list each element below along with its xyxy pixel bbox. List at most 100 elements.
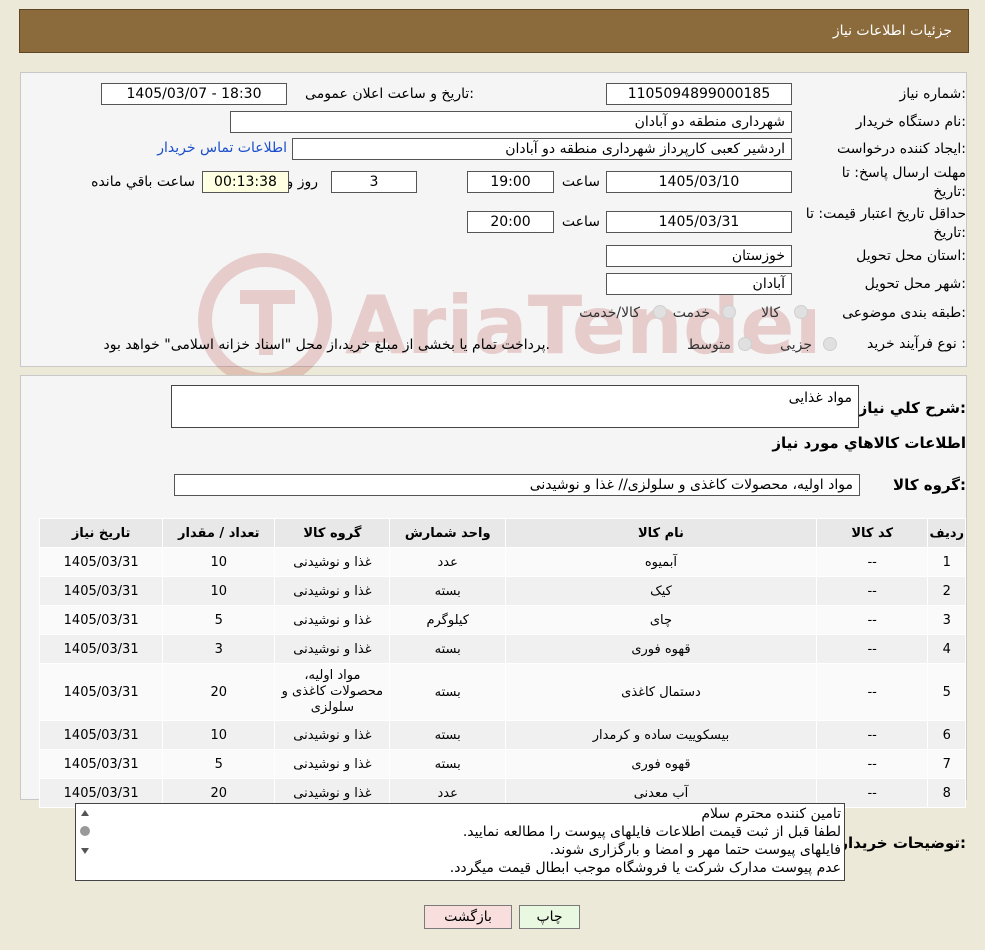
process-radio-minor[interactable] <box>823 337 837 351</box>
category-radio-goods[interactable] <box>794 305 808 319</box>
deadline-label: مهلت ارسال پاسخ: تا <box>841 165 966 181</box>
code-cell: -- <box>815 605 929 635</box>
column-header-unit: واحد شمارش <box>389 518 506 548</box>
days-word: روز و <box>286 174 319 190</box>
notes-scrollbar[interactable] <box>78 806 92 878</box>
qty-cell: 5 <box>162 749 276 779</box>
category-radio-service[interactable] <box>722 305 736 319</box>
date-cell: 1405/03/31 <box>38 547 164 577</box>
table-header-row: ردیف کد کالا نام کالا واحد شمارش گروه کا… <box>38 518 966 548</box>
name-cell: بیسکوییت ساده و کرمدار <box>505 720 817 750</box>
time-remaining-word: ساعت باقي مانده <box>91 174 195 190</box>
group-cell: غذا و نوشیدنی <box>274 720 391 750</box>
code-cell: -- <box>815 720 929 750</box>
province-label: استان محل تحویل: <box>856 248 966 264</box>
group-cell: غذا و نوشیدنی <box>274 576 391 606</box>
group-cell: غذا و نوشیدنی <box>274 605 391 635</box>
date-cell: 1405/03/31 <box>38 605 164 635</box>
buyer-note-line: لطفا قبل از ثبت قیمت اطلاعات فایلهای پیو… <box>462 824 841 840</box>
need-number-label: شماره نیاز: <box>899 86 966 102</box>
row-number-cell: 7 <box>927 749 966 779</box>
print-button[interactable]: چاپ <box>519 905 580 929</box>
announce-field: 1405/03/07 - 18:30 <box>101 83 287 105</box>
deadline-label-date: تاریخ: <box>933 184 966 200</box>
goods-info-title: اطلاعات كالاهاي مورد نياز <box>772 434 966 452</box>
table-row: 5 -- دستمال کاغذی بسته مواد اولیه، محصولات ک… <box>38 663 966 721</box>
name-cell: قهوه فوری <box>505 634 817 664</box>
validity-date-field: 1405/03/31 <box>606 211 792 233</box>
validity-time-field: 20:00 <box>467 211 554 233</box>
time-remaining-field: 00:13:38 <box>202 171 289 193</box>
buyer-note-line: فایلهای پیوست حتما مهر و امضا و بارگزاری… <box>549 842 841 858</box>
column-header-code: کد کالا <box>815 518 929 548</box>
qty-cell: 10 <box>162 720 276 750</box>
table-row: 1 -- آبمیوه عدد غذا و نوشیدنی 10 1405/03/31 <box>38 547 966 577</box>
creator-label: ایجاد کننده درخواست: <box>837 141 966 157</box>
code-cell: -- <box>815 576 929 606</box>
announce-label: تاریخ و ساعت اعلان عمومی: <box>305 86 474 102</box>
unit-cell: بسته <box>389 576 506 606</box>
qty-cell: 5 <box>162 605 276 635</box>
scrollbar-arrows-icon <box>80 810 90 854</box>
code-cell: -- <box>815 749 929 779</box>
column-header-group: گروه کالا <box>274 518 391 548</box>
date-cell: 1405/03/31 <box>38 663 164 721</box>
buyer-notes-textarea[interactable]: تامین کننده محترم سلام لطفا قبل از ثبت ق… <box>75 803 845 881</box>
city-field: آبادان <box>606 273 792 295</box>
column-header-name: نام کالا <box>505 518 817 548</box>
row-number-cell: 6 <box>927 720 966 750</box>
unit-cell: بسته <box>389 634 506 664</box>
buyer-notes-label: توضیحات خریدار: <box>839 834 966 852</box>
row-number-cell: 3 <box>927 605 966 635</box>
buyer-note-line: عدم پیوست مدارک شرکت یا فروشگاه موجب ابط… <box>449 860 841 876</box>
buyer-org-label: نام دستگاه خریدار: <box>855 114 966 130</box>
name-cell: کیک <box>505 576 817 606</box>
name-cell: قهوه فوری <box>505 749 817 779</box>
process-option-medium: متوسط <box>687 337 731 353</box>
row-number-cell: 5 <box>927 663 966 721</box>
category-option-goods-service: کالا/خدمت <box>579 305 640 321</box>
group-cell: غذا و نوشیدنی <box>274 749 391 779</box>
table-row: 3 -- چای کیلوگرم غذا و نوشیدنی 5 1405/03/31 <box>38 605 966 635</box>
row-number-cell: 1 <box>927 547 966 577</box>
group-cell: مواد اولیه، محصولات کاغذی و سلولزی <box>274 663 391 721</box>
name-cell: دستمال کاغذی <box>505 663 817 721</box>
process-note: پرداخت تمام یا بخشی از مبلغ خرید،از محل … <box>103 337 550 353</box>
table-row: 7 -- قهوه فوری بسته غذا و نوشیدنی 5 1405/03/31 <box>38 749 966 779</box>
code-cell: -- <box>815 634 929 664</box>
name-cell: آبمیوه <box>505 547 817 577</box>
qty-cell: 10 <box>162 576 276 606</box>
unit-cell: عدد <box>389 547 506 577</box>
group-cell: غذا و نوشیدنی <box>274 547 391 577</box>
category-radio-goods-service[interactable] <box>653 305 667 319</box>
page-title: جزئیات اطلاعات نیاز <box>832 23 952 39</box>
process-radio-medium[interactable] <box>738 337 752 351</box>
buyer-org-field: شهرداری منطقه دو آبادان <box>230 111 792 133</box>
creator-field: اردشیر کعبی کارپرداز شهرداری منطقه دو آب… <box>292 138 792 160</box>
qty-cell: 20 <box>162 663 276 721</box>
column-header-date: تاریخ نیاز <box>38 518 164 548</box>
unit-cell: بسته <box>389 720 506 750</box>
date-cell: 1405/03/31 <box>38 576 164 606</box>
back-button[interactable]: بازگشت <box>424 905 512 929</box>
unit-cell: کیلوگرم <box>389 605 506 635</box>
table-row: 2 -- کیک بسته غذا و نوشیدنی 10 1405/03/31 <box>38 576 966 606</box>
column-header-qty: تعداد / مقدار <box>162 518 276 548</box>
table-row: 4 -- قهوه فوری بسته غذا و نوشیدنی 3 1405/03/31 <box>38 634 966 664</box>
summary-textarea[interactable]: مواد غذایی <box>171 385 859 428</box>
row-number-cell: 8 <box>927 778 966 808</box>
process-label: نوع فرآیند خرید : <box>867 336 966 352</box>
row-number-cell: 2 <box>927 576 966 606</box>
category-option-service: خدمت <box>672 305 710 321</box>
summary-label: شرح كلي نياز: <box>858 399 966 417</box>
deadline-time-word: ساعت <box>561 174 600 190</box>
validity-time-word: ساعت <box>561 214 600 230</box>
goods-group-field: مواد اولیه، محصولات کاغذی و سلولزی// غذا… <box>174 474 860 496</box>
date-cell: 1405/03/31 <box>38 634 164 664</box>
code-cell: -- <box>815 663 929 721</box>
days-remaining-field: 3 <box>331 171 417 193</box>
table-row: 6 -- بیسکوییت ساده و کرمدار بسته غذا و نوشید… <box>38 720 966 750</box>
buyer-contact-link[interactable]: اطلاعات تماس خریدار <box>157 140 287 156</box>
need-number-field: 1105094899000185 <box>606 83 792 105</box>
goods-table: ردیف کد کالا نام کالا واحد شمارش گروه کا… <box>38 518 966 808</box>
